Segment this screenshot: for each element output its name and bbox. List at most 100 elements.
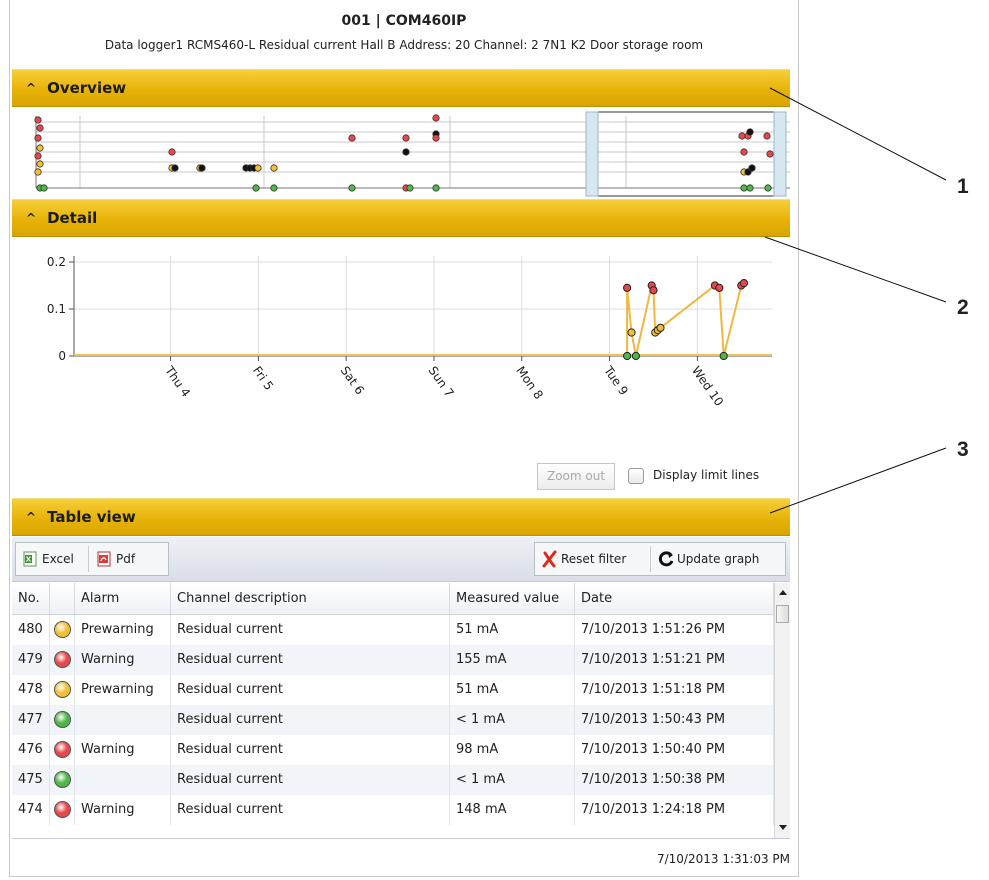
overview-point: [766, 150, 774, 158]
cell-alarm: Prewarning: [75, 675, 171, 705]
table-row[interactable]: 480 Prewarning Residual current 51 mA 7/10/2…: [12, 615, 774, 645]
reset-filter-label: Reset filter: [561, 552, 627, 566]
column-header[interactable]: No.: [12, 583, 50, 614]
column-header[interactable]: Measured value: [450, 583, 575, 614]
cell-value: < 1 mA: [450, 705, 575, 735]
overview-point: [36, 144, 44, 152]
cell-no: 479: [12, 645, 50, 675]
data-point: [623, 351, 632, 361]
data-point: [715, 283, 724, 292]
data-point: [739, 279, 749, 288]
zoom-out-button[interactable]: Zoom out: [537, 463, 615, 490]
table-row[interactable]: 474 Warning Residual current 148 mA 7/10/201…: [12, 795, 774, 825]
detail-gridlines: [74, 256, 772, 357]
cell-alarm: Warning: [75, 735, 171, 765]
overview-point: [402, 148, 410, 156]
x-tick-label: Sat 6: [338, 364, 367, 398]
table-row[interactable]: 477 Residual current < 1 mA 7/10/2013 1:50:…: [12, 705, 774, 735]
alarm-status-icon: [50, 705, 75, 735]
cell-value: 51 mA: [450, 615, 575, 645]
cell-date: 7/10/2013 1:50:38 PM: [575, 765, 774, 795]
y-tick-label: 0.1: [47, 302, 66, 316]
overview-point: [348, 134, 356, 142]
overview-point: [198, 164, 206, 172]
refresh-icon: [658, 551, 674, 567]
table-row[interactable]: 475 Residual current < 1 mA 7/10/2013 1:50:…: [12, 765, 774, 795]
data-point: [719, 351, 728, 361]
overview-point: [432, 114, 440, 122]
cell-value: 51 mA: [450, 675, 575, 705]
table-row[interactable]: 476 Warning Residual current 98 mA 7/10/2013…: [12, 735, 774, 765]
x-tick-label: Thu 4: [162, 363, 194, 400]
overview-point: [171, 164, 179, 172]
cell-desc: Residual current: [171, 735, 450, 765]
pdf-export-button[interactable]: Pdf: [92, 545, 176, 573]
cell-desc: Residual current: [171, 645, 450, 675]
update-graph-button[interactable]: Update graph: [653, 545, 805, 573]
x-tick-label: Tue 9: [601, 363, 631, 398]
alarm-status-icon: [50, 645, 75, 675]
overview-point: [254, 164, 262, 172]
y-tick-label: 0: [58, 349, 66, 363]
cell-no: 478: [12, 675, 50, 705]
excel-label: Excel: [42, 552, 74, 566]
limit-lines-checkbox[interactable]: [628, 468, 644, 484]
overview-chart[interactable]: [12, 108, 790, 198]
series-line: [626, 282, 745, 357]
cell-date: 7/10/2013 1:51:26 PM: [575, 615, 774, 645]
section-overview-label: Overview: [47, 79, 127, 97]
section-table-header[interactable]: ^ Table view: [12, 498, 790, 536]
column-header[interactable]: Date: [575, 583, 774, 614]
range-handle-right[interactable]: [773, 111, 787, 197]
overview-point: [270, 164, 278, 172]
data-point: [656, 323, 665, 332]
column-header[interactable]: [50, 583, 75, 614]
column-header[interactable]: Channel description: [171, 583, 450, 614]
cell-desc: Residual current: [171, 795, 450, 825]
x-tick-label: Sun 7: [426, 364, 457, 400]
overview-points: [34, 114, 774, 192]
measurement-table: No. Alarm Channel description Measured valu…: [12, 583, 790, 839]
toolbar-separator: [650, 546, 651, 572]
overview-point: [764, 184, 772, 192]
scroll-down-icon[interactable]: [776, 820, 790, 834]
table-header: No. Alarm Channel description Measured valu…: [12, 583, 774, 615]
reset-filter-icon: [542, 550, 557, 568]
table-row[interactable]: 479 Warning Residual current 155 mA 7/10/201…: [12, 645, 774, 675]
cell-value: 148 mA: [450, 795, 575, 825]
cell-desc: Residual current: [171, 675, 450, 705]
alarm-status-icon: [50, 765, 75, 795]
overview-range-selector[interactable]: [585, 111, 787, 197]
table-row[interactable]: 478 Prewarning Residual current 51 mA 7/10/2…: [12, 675, 774, 705]
overview-point: [432, 134, 440, 142]
graph-actions-group: Reset filter Update graph: [534, 542, 786, 576]
cell-value: < 1 mA: [450, 765, 575, 795]
cell-alarm: Warning: [75, 795, 171, 825]
page-title: 001 | COM460IP: [341, 13, 467, 29]
section-overview-header[interactable]: ^ Overview: [12, 69, 790, 107]
cell-no: 475: [12, 765, 50, 795]
overview-point: [748, 164, 756, 172]
range-handle-left[interactable]: [585, 111, 599, 197]
cell-alarm: Prewarning: [75, 615, 171, 645]
export-group: Excel Pdf: [15, 542, 169, 576]
table-toolbar: Excel Pdf Reset filter Update graph: [12, 537, 790, 582]
scroll-up-icon[interactable]: [776, 586, 790, 600]
overview-point: [738, 132, 746, 140]
column-header[interactable]: Alarm: [75, 583, 171, 614]
table-scrollbar[interactable]: [774, 583, 790, 838]
section-detail-header[interactable]: ^ Detail: [12, 199, 790, 237]
x-tick-label: Wed 10: [689, 364, 726, 409]
excel-icon: [23, 551, 37, 567]
alarm-status-icon: [50, 675, 75, 705]
scrollbar-thumb[interactable]: [776, 605, 789, 623]
overview-point: [740, 184, 748, 192]
cell-date: 7/10/2013 1:24:18 PM: [575, 795, 774, 825]
overview-point: [763, 132, 771, 140]
channel-description: Data logger1 RCMS460-L Residual current …: [104, 38, 704, 52]
overview-point: [34, 134, 42, 142]
cell-desc: Residual current: [171, 615, 450, 645]
cell-date: 7/10/2013 1:50:43 PM: [575, 705, 774, 735]
overview-gridlines: [36, 116, 790, 188]
detail-chart[interactable]: 0 0.1 0.2 Thu 4 Fri 5 Sat 6 Sun 7 Mon 8 Tue 9 We…: [12, 238, 790, 458]
